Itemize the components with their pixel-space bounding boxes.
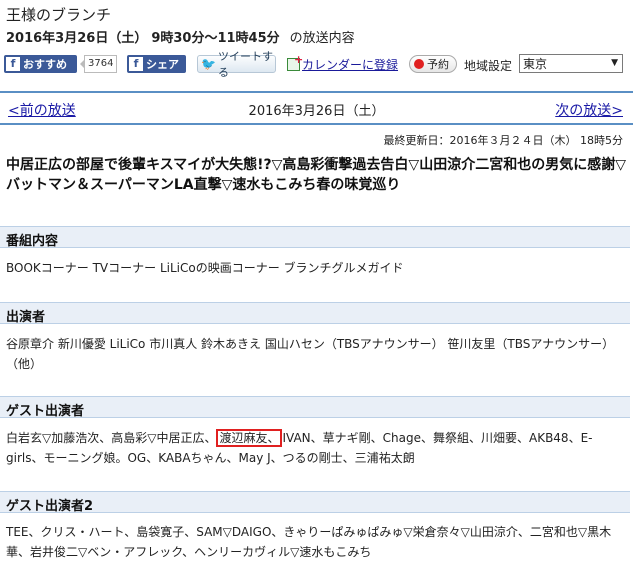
dropdown-arrow-icon: ▼ — [611, 58, 618, 68]
region-select[interactable]: 東京 ▼ — [519, 54, 623, 73]
airtime-suffix: の放送内容 — [289, 31, 355, 46]
twitter-bird-icon: 🐦 — [201, 57, 216, 71]
facebook-icon: f — [6, 57, 20, 71]
section-body-content: BOOKコーナー TVコーナー LiLiCoの映画コーナー ブランチグルメガイド — [6, 261, 404, 275]
highlighted-guest: 渡辺麻友、 — [216, 429, 283, 447]
section-body-cast: 谷原章介 新川優愛 LiLiCo 市川真人 鈴木あきえ 国山ハセン（TBSアナウ… — [6, 337, 615, 371]
episode-headline: 中居正広の部屋で後輩キスマイが大失態!?▽高島彩衝撃過去告白▽山田涼介二宮和也の… — [6, 157, 626, 193]
next-broadcast-link[interactable]: 次の放送> — [555, 100, 623, 120]
section-body-guests: 白岩玄▽加藤浩次、高島彩▽中居正広、 渡辺麻友、 IVAN、草ナギ剛、Chage、舞… — [6, 428, 626, 468]
last-updated: 最終更新日：2016年３月２４日（木） 18時5分 — [383, 134, 624, 147]
reserve-label: 予約 — [427, 58, 449, 71]
nav-top-divider — [0, 91, 633, 93]
guest-text-before: 白岩玄▽加藤浩次、高島彩▽中居正広、 — [6, 431, 217, 445]
facebook-share-label: シェア — [146, 58, 179, 71]
airdate: 2016年3月26日（土） — [6, 31, 148, 46]
section-title: ゲスト出演者 — [6, 404, 85, 419]
region-label: 地域設定 — [464, 59, 513, 73]
airtime-line: 2016年3月26日（土） 9時30分～11時45分 の放送内容 — [6, 27, 355, 46]
social-toolbar: f おすすめ 3764 f シェア 🐦 ツイートする カレンダーに登録 予約 地… — [4, 50, 629, 79]
section-header-content: 番組内容 — [0, 226, 630, 249]
section-title: ゲスト出演者2 — [6, 499, 94, 514]
section-header-guests2: ゲスト出演者2 — [0, 491, 630, 514]
nav-bottom-divider — [0, 123, 633, 125]
program-title: 王様のブランチ — [6, 6, 112, 24]
tweet-label: ツイートする — [217, 50, 273, 79]
facebook-count: 3764 — [79, 55, 118, 73]
reserve-button[interactable]: 予約 — [409, 55, 457, 73]
facebook-recommend-label: おすすめ — [23, 58, 67, 71]
facebook-icon: f — [129, 57, 143, 71]
section-header-guests: ゲスト出演者 — [0, 396, 630, 419]
tweet-button[interactable]: 🐦 ツイートする — [197, 50, 276, 79]
section-title: 出演者 — [6, 310, 46, 325]
section-body-guests2: TEE、クリス・ハート、島袋寛子、SAM▽DAIGO、きゃりーぱみゅぱみゅ▽栄倉… — [6, 525, 612, 559]
nav-date: 2016年3月26日（土） — [248, 104, 385, 119]
section-header-cast: 出演者 — [0, 302, 630, 325]
airtime: 9時30分～11時45分 — [151, 31, 280, 46]
calendar-add-icon — [287, 53, 303, 71]
region-selected-value: 東京 — [523, 57, 548, 71]
facebook-share-button[interactable]: f シェア — [127, 55, 186, 73]
record-dot-icon — [414, 59, 424, 69]
broadcast-nav: <前の放送 2016年3月26日（土） 次の放送> — [0, 96, 633, 122]
calendar-register-label: カレンダーに登録 — [302, 57, 399, 72]
calendar-register-button[interactable]: カレンダーに登録 — [287, 53, 399, 73]
section-title: 番組内容 — [6, 234, 59, 249]
facebook-recommend-button[interactable]: f おすすめ — [4, 55, 77, 73]
